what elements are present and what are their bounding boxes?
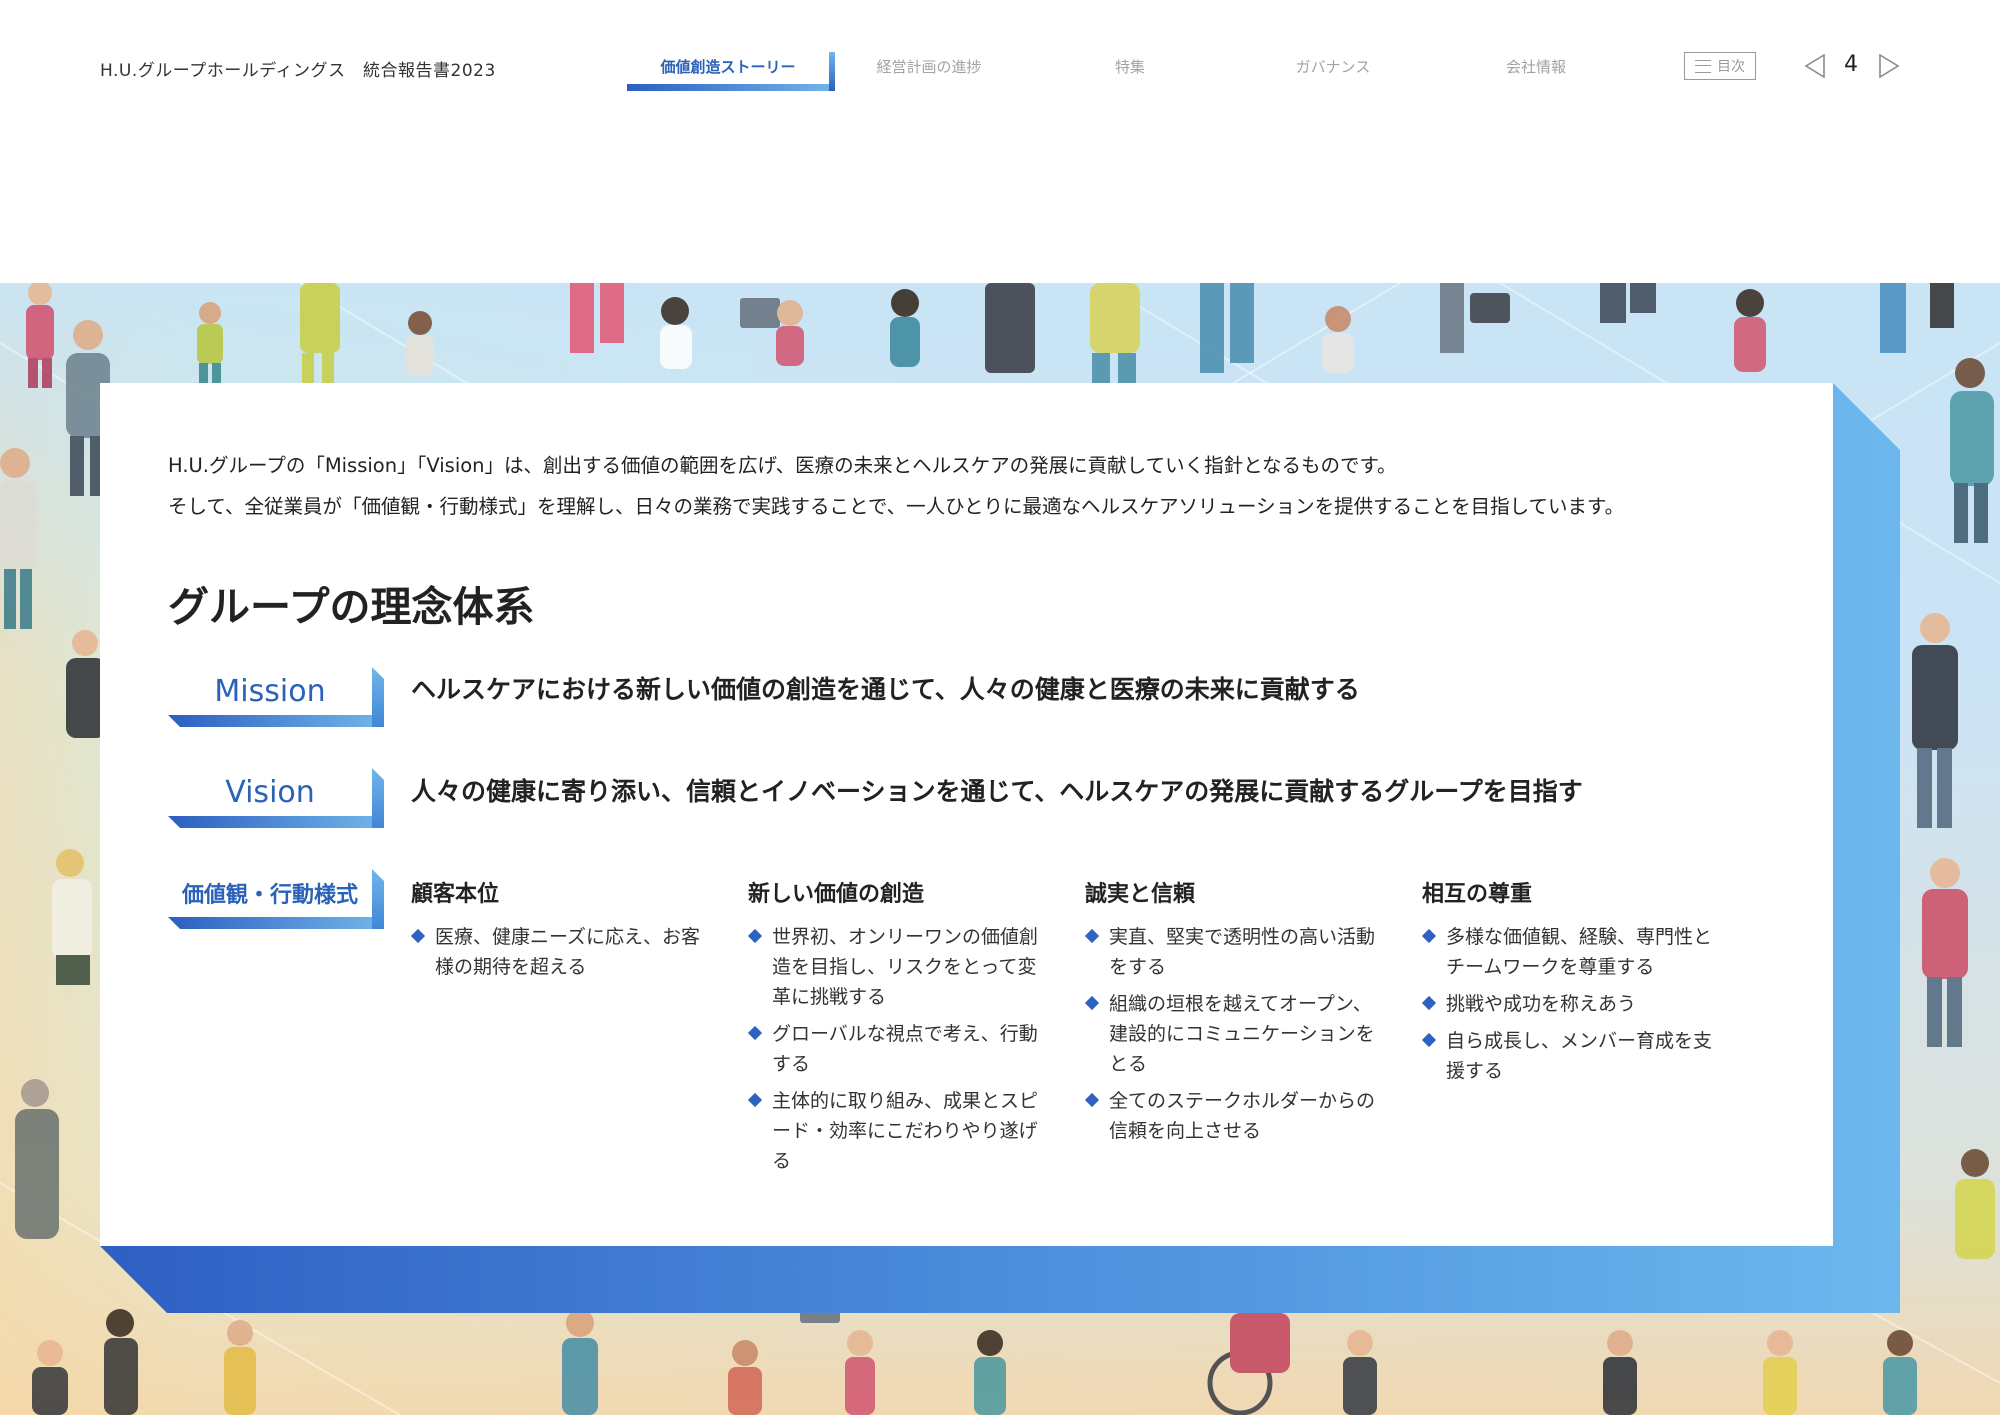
report-brand-title[interactable]: H.U.グループホールディングス 統合報告書2023 bbox=[100, 56, 496, 81]
value-title: 相互の尊重 bbox=[1422, 882, 1533, 907]
value-column-customer-first: 顧客本位 医療、健康ニーズに応え、お客様の期待を超える bbox=[411, 876, 711, 989]
previous-page-icon[interactable] bbox=[1804, 54, 1826, 78]
value-title: 顧客本位 bbox=[411, 882, 500, 907]
mission-label: Mission bbox=[214, 673, 326, 709]
value-item: 主体的に取り組み、成果とスピード・効率にこだわりやり遂げる bbox=[748, 1086, 1048, 1176]
active-tab-indicator-side bbox=[829, 52, 835, 91]
section-title: グループの理念体系 bbox=[168, 583, 535, 631]
value-item: 自ら成長し、メンバー育成を支援する bbox=[1422, 1026, 1722, 1086]
vision-statement: 人々の健康に寄り添い、信頼とイノベーションを通じて、ヘルスケアの発展に貢献するグ… bbox=[411, 777, 1583, 806]
values-label: 価値観・行動様式 bbox=[181, 883, 358, 908]
vision-label-box: Vision bbox=[168, 768, 384, 828]
value-item: グローバルな視点で考え、行動する bbox=[748, 1019, 1048, 1079]
mission-label-box: Mission bbox=[168, 667, 384, 727]
intro-line-2: そして、全従業員が「価値観・行動様式」を理解し、日々の業務で実践することで、一人… bbox=[168, 495, 1625, 518]
value-item: 世界初、オンリーワンの価値創造を目指し、リスクをとって変革に挑戦する bbox=[748, 922, 1048, 1012]
value-item: 多様な価値観、経験、専門性とチームワークを尊重する bbox=[1422, 922, 1722, 982]
tab-special-feature[interactable]: 特集 bbox=[1090, 56, 1170, 77]
value-title: 新しい価値の創造 bbox=[748, 882, 925, 907]
philosophy-card: H.U.グループの「Mission」「Vision」は、創出する価値の範囲を広げ… bbox=[100, 383, 1833, 1246]
value-item: 医療、健康ニーズに応え、お客様の期待を超える bbox=[411, 922, 711, 982]
value-item: 実直、堅実で透明性の高い活動をする bbox=[1085, 922, 1385, 982]
tab-management-plan-progress[interactable]: 経営計画の進捗 bbox=[858, 56, 1000, 77]
toc-label: 目次 bbox=[1717, 59, 1745, 75]
value-column-mutual-respect: 相互の尊重 多様な価値観、経験、専門性とチームワークを尊重する 挑戦や成功を称え… bbox=[1422, 876, 1722, 1093]
value-title: 誠実と信頼 bbox=[1085, 882, 1196, 907]
value-item: 組織の垣根を越えてオープン、建設的にコミュニケーションをとる bbox=[1085, 989, 1385, 1079]
active-tab-indicator bbox=[627, 84, 835, 91]
tab-value-creation-story[interactable]: 価値創造ストーリー bbox=[627, 56, 829, 77]
top-navigation-bar: H.U.グループホールディングス 統合報告書2023 価値創造ストーリー 経営計… bbox=[0, 0, 2000, 283]
tab-governance[interactable]: ガバナンス bbox=[1270, 56, 1396, 77]
intro-paragraph: H.U.グループの「Mission」「Vision」は、創出する価値の範囲を広げ… bbox=[168, 445, 1624, 527]
tab-company-info[interactable]: 会社情報 bbox=[1478, 56, 1594, 77]
vision-label: Vision bbox=[225, 774, 315, 810]
mission-statement: ヘルスケアにおける新しい価値の創造を通じて、人々の健康と医療の未来に貢献する bbox=[411, 675, 1360, 704]
values-label-box: 価値観・行動様式 bbox=[168, 869, 384, 929]
value-column-new-value-creation: 新しい価値の創造 世界初、オンリーワンの価値創造を目指し、リスクをとって変革に挑… bbox=[748, 876, 1048, 1183]
value-item: 全てのステークホルダーからの信頼を向上させる bbox=[1085, 1086, 1385, 1146]
page-number: 4 bbox=[1844, 52, 1858, 77]
value-column-integrity-trust: 誠実と信頼 実直、堅実で透明性の高い活動をする 組織の垣根を越えてオープン、建設… bbox=[1085, 876, 1385, 1153]
menu-icon bbox=[1695, 59, 1711, 73]
intro-line-1: H.U.グループの「Mission」「Vision」は、創出する価値の範囲を広げ… bbox=[168, 454, 1397, 477]
value-item: 挑戦や成功を称えあう bbox=[1422, 989, 1722, 1019]
next-page-icon[interactable] bbox=[1878, 54, 1900, 78]
table-of-contents-button[interactable]: 目次 bbox=[1684, 52, 1756, 80]
